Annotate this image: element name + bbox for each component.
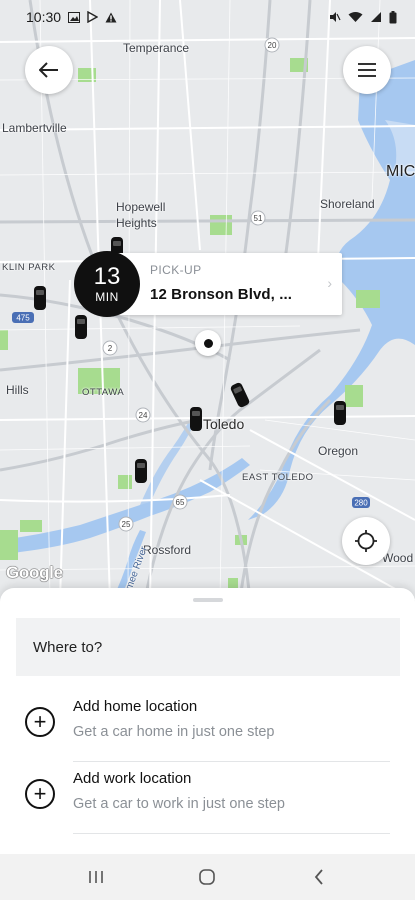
recents-icon bbox=[89, 871, 103, 883]
eta-number: 13 bbox=[93, 263, 121, 290]
map-label-hopewell: Hopewell bbox=[116, 200, 166, 214]
route-475-shield: 475 bbox=[16, 314, 30, 323]
status-bar: 10:30 bbox=[0, 0, 415, 34]
row-title: Add work location bbox=[73, 770, 192, 787]
map-label-klin-park: KLIN PARK bbox=[2, 262, 56, 273]
system-back-button[interactable] bbox=[289, 857, 349, 897]
row-subtitle: Get a car to work in just one step bbox=[73, 796, 285, 812]
map-label-oregon: Oregon bbox=[318, 444, 359, 458]
divider bbox=[73, 833, 390, 834]
pickup-address: 12 Bronson Blvd, ... bbox=[150, 286, 293, 303]
pickup-label: PICK-UP bbox=[150, 263, 202, 277]
crosshair-icon bbox=[355, 530, 377, 552]
car-icon[interactable] bbox=[74, 314, 88, 340]
add-home-location-row[interactable]: + Add home location Get a car home in ju… bbox=[0, 690, 415, 762]
svg-text:280: 280 bbox=[354, 499, 368, 508]
home-circle-icon bbox=[199, 869, 216, 885]
map-label-rossford: Rossford bbox=[143, 543, 192, 557]
hamburger-menu-icon bbox=[358, 63, 376, 77]
map-label-ottawa: OTTAWA bbox=[82, 387, 125, 398]
add-circle-icon: + bbox=[25, 707, 55, 737]
drag-handle[interactable] bbox=[193, 598, 223, 602]
arrow-left-icon bbox=[39, 62, 58, 78]
map-label-mic: MIC bbox=[386, 163, 415, 180]
wifi-icon bbox=[348, 12, 363, 22]
map-label-lambertville: Lambertville bbox=[2, 121, 67, 135]
status-time: 10:30 bbox=[26, 9, 62, 25]
row-title: Add home location bbox=[73, 698, 198, 715]
svg-text:2: 2 bbox=[108, 344, 113, 353]
alert-icon bbox=[105, 12, 117, 22]
pickup-callout[interactable]: 13 MIN PICK-UP 12 Bronson Blvd, ... › bbox=[74, 251, 342, 317]
menu-button[interactable] bbox=[343, 46, 391, 94]
home-button[interactable] bbox=[177, 857, 237, 897]
recents-button[interactable] bbox=[66, 857, 126, 897]
map-label-temperance: Temperance bbox=[123, 41, 190, 55]
map-label-east-toledo: EAST TOLEDO bbox=[242, 472, 314, 483]
car-icon[interactable] bbox=[189, 406, 203, 432]
signal-icon bbox=[371, 12, 381, 22]
svg-text:65: 65 bbox=[176, 498, 185, 507]
svg-text:24: 24 bbox=[139, 411, 148, 420]
add-circle-icon: + bbox=[25, 779, 55, 809]
system-nav-bar bbox=[0, 854, 415, 900]
eta-unit: MIN bbox=[95, 290, 119, 304]
battery-icon bbox=[389, 10, 397, 23]
car-icon[interactable] bbox=[333, 400, 347, 426]
recenter-location-button[interactable] bbox=[342, 517, 390, 565]
chevron-right-icon: › bbox=[327, 275, 332, 291]
image-icon bbox=[68, 11, 81, 23]
map-label-hills: Hills bbox=[6, 383, 29, 397]
car-icon[interactable] bbox=[134, 458, 148, 484]
map-label-heights: Heights bbox=[116, 216, 157, 230]
bottom-sheet: Where to? + Add home location Get a car … bbox=[0, 588, 415, 854]
row-subtitle: Get a car home in just one step bbox=[73, 724, 275, 740]
pickup-dot-icon bbox=[203, 338, 213, 348]
svg-text:25: 25 bbox=[122, 520, 131, 529]
map-label-shoreland: Shoreland bbox=[320, 197, 375, 211]
where-to-input[interactable]: Where to? bbox=[16, 618, 400, 676]
eta-badge: 13 MIN bbox=[74, 251, 140, 317]
svg-text:51: 51 bbox=[254, 214, 263, 223]
map-label-toledo: Toledo bbox=[203, 416, 245, 432]
chevron-left-icon bbox=[314, 869, 323, 885]
car-icon[interactable] bbox=[33, 285, 47, 311]
pickup-pin[interactable] bbox=[195, 330, 221, 356]
google-logo: Google bbox=[6, 563, 63, 582]
svg-text:20: 20 bbox=[268, 41, 277, 50]
mute-icon bbox=[330, 12, 341, 22]
play-store-icon bbox=[87, 11, 99, 23]
add-work-location-row[interactable]: + Add work location Get a car to work in… bbox=[0, 762, 415, 834]
back-button[interactable] bbox=[25, 46, 73, 94]
